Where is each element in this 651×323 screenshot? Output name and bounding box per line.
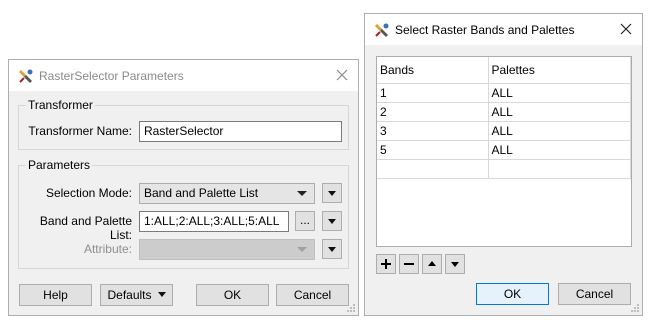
fme-transformer-icon [375, 23, 389, 37]
palette-cell[interactable]: ALL [487, 82, 631, 103]
column-header-palettes[interactable]: Palettes [487, 57, 631, 84]
close-icon[interactable] [618, 21, 634, 37]
selection-mode-select[interactable]: Band and Palette List [139, 183, 315, 204]
transformer-group: Transformer Transformer Name: RasterSele… [18, 98, 349, 150]
table-row[interactable]: 5 ALL [377, 139, 631, 160]
move-up-button[interactable] [422, 254, 442, 274]
triangle-down-icon [157, 292, 166, 297]
table-row[interactable]: 1 ALL [377, 82, 631, 103]
move-down-button[interactable] [445, 254, 465, 274]
palette-cell[interactable]: ALL [487, 139, 631, 160]
defaults-button[interactable]: Defaults [100, 284, 173, 306]
resize-grip-icon[interactable] [630, 303, 640, 313]
cancel-button[interactable]: Cancel [558, 283, 631, 305]
title-bar[interactable]: RasterSelector Parameters [9, 60, 358, 91]
raster-selector-dialog: RasterSelector Parameters Transformer Tr… [8, 59, 359, 316]
triangle-down-icon [328, 191, 336, 196]
palette-cell[interactable]: ALL [487, 120, 631, 141]
remove-row-button[interactable] [399, 254, 419, 274]
selection-mode-menu-button[interactable] [322, 183, 342, 203]
triangle-down-icon [451, 262, 459, 267]
defaults-button-label: Defaults [107, 288, 152, 302]
help-button[interactable]: Help [19, 284, 92, 306]
title-bar[interactable]: Select Raster Bands and Palettes [365, 14, 642, 45]
band-palette-list-label: Band and Palette List: [39, 214, 132, 242]
close-icon[interactable] [334, 67, 350, 83]
add-row-button[interactable] [376, 254, 396, 274]
browse-button[interactable]: ... [295, 211, 315, 231]
band-palette-list-input[interactable]: 1:ALL;2:ALL;3:ALL;5:ALL [139, 211, 289, 232]
attribute-select[interactable] [139, 239, 315, 260]
table-row[interactable]: 3 ALL [377, 120, 631, 141]
ok-button[interactable]: OK [476, 283, 549, 305]
palette-cell[interactable] [487, 158, 631, 179]
band-cell[interactable] [377, 158, 489, 179]
band-cell[interactable]: 2 [377, 101, 489, 122]
parameters-group-label: Parameters [26, 158, 93, 172]
chevron-down-icon [297, 247, 307, 252]
transformer-name-input[interactable]: RasterSelector [139, 121, 342, 142]
triangle-down-icon [328, 219, 336, 224]
band-cell[interactable]: 3 [377, 120, 489, 141]
triangle-up-icon [428, 261, 436, 266]
chevron-down-icon [297, 191, 307, 196]
resize-grip-icon[interactable] [346, 303, 356, 313]
column-header-bands[interactable]: Bands [377, 57, 489, 84]
bands-palettes-table[interactable]: Bands Palettes 1 ALL 2 ALL 3 ALL 5 ALL [376, 56, 632, 247]
cancel-button[interactable]: Cancel [276, 284, 349, 306]
minus-icon [404, 263, 414, 265]
attribute-label: Attribute: [83, 242, 132, 256]
fme-transformer-icon [19, 69, 33, 83]
parameters-group: Parameters Selection Mode: Band and Pale… [18, 158, 349, 269]
dialog-title: RasterSelector Parameters [39, 69, 184, 83]
triangle-down-icon [328, 247, 336, 252]
attribute-menu-button[interactable] [322, 239, 342, 259]
table-row[interactable]: 2 ALL [377, 101, 631, 122]
table-header-row: Bands Palettes [377, 57, 631, 84]
select-bands-palettes-dialog: Select Raster Bands and Palettes Bands P… [364, 13, 643, 316]
transformer-name-label: Transformer Name: [28, 124, 132, 138]
palette-cell[interactable]: ALL [487, 101, 631, 122]
band-cell[interactable]: 5 [377, 139, 489, 160]
table-row[interactable] [377, 158, 631, 179]
ok-button[interactable]: OK [196, 284, 269, 306]
dialog-title: Select Raster Bands and Palettes [395, 23, 575, 37]
selection-mode-label: Selection Mode: [45, 186, 132, 200]
band-cell[interactable]: 1 [377, 82, 489, 103]
plus-icon [381, 259, 391, 269]
transformer-group-label: Transformer [26, 98, 95, 112]
selection-mode-value: Band and Palette List [144, 186, 259, 200]
band-palette-menu-button[interactable] [322, 211, 342, 231]
